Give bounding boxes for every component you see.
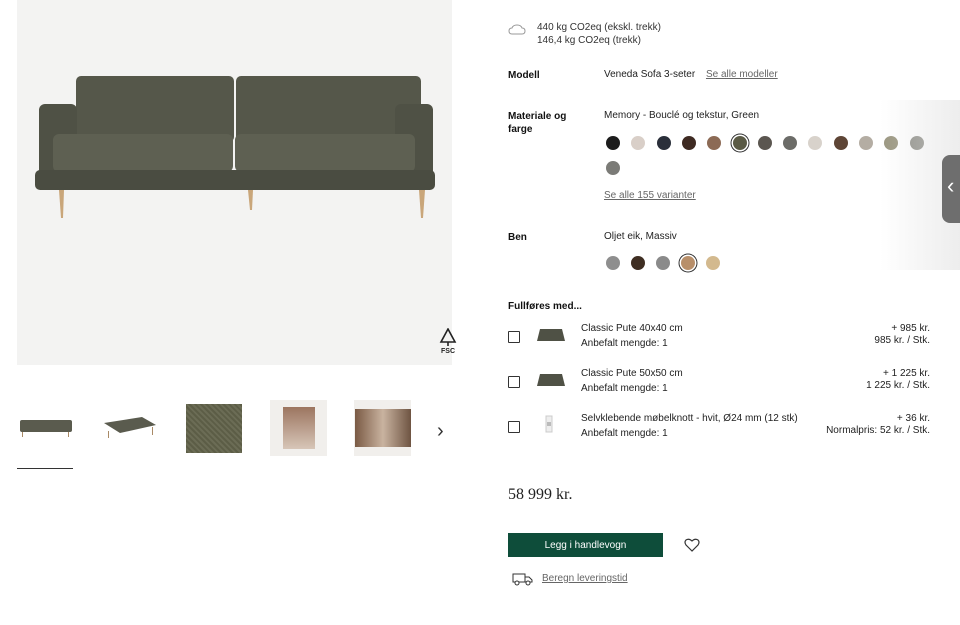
co2-cloud-icon [508,24,526,35]
thumbnail-5-room[interactable] [354,400,411,456]
material-swatch[interactable] [681,136,696,150]
thumbnail-3-fabric[interactable] [185,400,242,456]
fsc-text: FSC [441,348,455,355]
model-label: Modell [508,70,540,81]
material-swatch[interactable] [707,136,722,150]
material-swatch[interactable] [656,136,671,150]
leg-swatch[interactable] [706,256,720,270]
material-swatch[interactable] [833,136,848,150]
add-to-cart-button[interactable]: Legg i handlevogn [508,533,663,557]
knob-image [545,415,553,433]
chevron-left-icon: ‹ [947,173,955,198]
addon-price-1: + 985 kr. [891,323,930,334]
material-swatch[interactable] [783,136,798,150]
material-swatch[interactable] [606,161,620,175]
model-value: Veneda Sofa 3-seter Se alle modeller [604,69,778,80]
addon-qty-1: Anbefalt mengde: 1 [581,338,668,349]
material-label: Materiale og farge [508,110,566,136]
heart-icon[interactable] [684,538,700,552]
addon-row-3: Selvklebende møbelknott - hvit, Ø24 mm (… [508,413,930,443]
addon-unit-1: 985 kr. / Stk. [874,335,930,346]
delivery-time-link[interactable]: Beregn leveringstid [542,573,628,584]
addon-checkbox-2[interactable] [508,376,520,388]
addon-name-3: Selvklebende møbelknott - hvit, Ø24 mm (… [581,413,798,424]
thumbnail-active-indicator [17,468,73,469]
side-panel-tab[interactable]: ‹ [942,155,960,223]
leg-swatch[interactable] [631,256,645,270]
fsc-logo: FSC [435,327,461,356]
model-name: Veneda Sofa 3-seter [604,69,696,80]
material-swatch[interactable] [631,136,646,150]
sofa-image [35,76,435,218]
addon-price-2: + 1 225 kr. [883,368,930,379]
material-swatch[interactable] [606,136,620,150]
addon-checkbox-1[interactable] [508,331,520,343]
product-price: 58 999 kr. [508,486,573,503]
material-label-line-1: Materiale og [508,111,567,122]
addon-price-3: + 36 kr. [896,413,930,424]
material-swatch[interactable] [808,136,823,150]
co2-line-1: 440 kg CO2eq (ekskl. trekk) [537,22,661,33]
cushion-image [537,374,565,386]
addon-name-2: Classic Pute 50x50 cm [581,368,683,379]
product-image[interactable]: FSC [17,0,457,365]
addon-unit-2: 1 225 kr. / Stk. [866,380,930,391]
cushion-image [537,329,565,341]
addon-row-2: Classic Pute 50x50 cm Anbefalt mengde: 1… [508,368,930,398]
truck-icon [512,573,533,586]
material-value: Memory - Bouclé og tekstur, Green [604,110,760,121]
material-swatch[interactable] [732,136,747,150]
chevron-right-icon[interactable]: › [437,420,444,443]
thumbnail-strip: › [17,400,452,470]
co2-line-2: 146,4 kg CO2eq (trekk) [537,35,641,46]
addon-qty-3: Anbefalt mengde: 1 [581,428,668,439]
addon-checkbox-3[interactable] [508,421,520,433]
legs-value: Oljet eik, Massiv [604,231,677,242]
thumbnail-1[interactable] [17,400,74,456]
leg-swatch[interactable] [681,256,695,270]
addon-unit-3: Normalpris: 52 kr. / Stk. [826,425,930,436]
legs-label: Ben [508,232,527,243]
leg-swatch[interactable] [656,256,670,270]
complete-with-title: Fullføres med... [508,301,582,312]
thumbnail-2[interactable] [101,400,158,456]
material-swatch[interactable] [757,136,772,150]
see-all-variants-link[interactable]: Se alle 155 varianter [604,190,696,201]
see-all-models-link[interactable]: Se alle modeller [706,69,778,80]
addon-name-1: Classic Pute 40x40 cm [581,323,683,334]
co2-info: 440 kg CO2eq (ekskl. trekk) 146,4 kg CO2… [537,21,661,47]
addon-row-1: Classic Pute 40x40 cm Anbefalt mengde: 1… [508,323,930,353]
addon-qty-2: Anbefalt mengde: 1 [581,383,668,394]
material-label-line-2: farge [508,124,533,135]
leg-swatch[interactable] [606,256,620,270]
thumbnail-4-room[interactable] [270,400,327,456]
material-swatch[interactable] [859,136,873,150]
